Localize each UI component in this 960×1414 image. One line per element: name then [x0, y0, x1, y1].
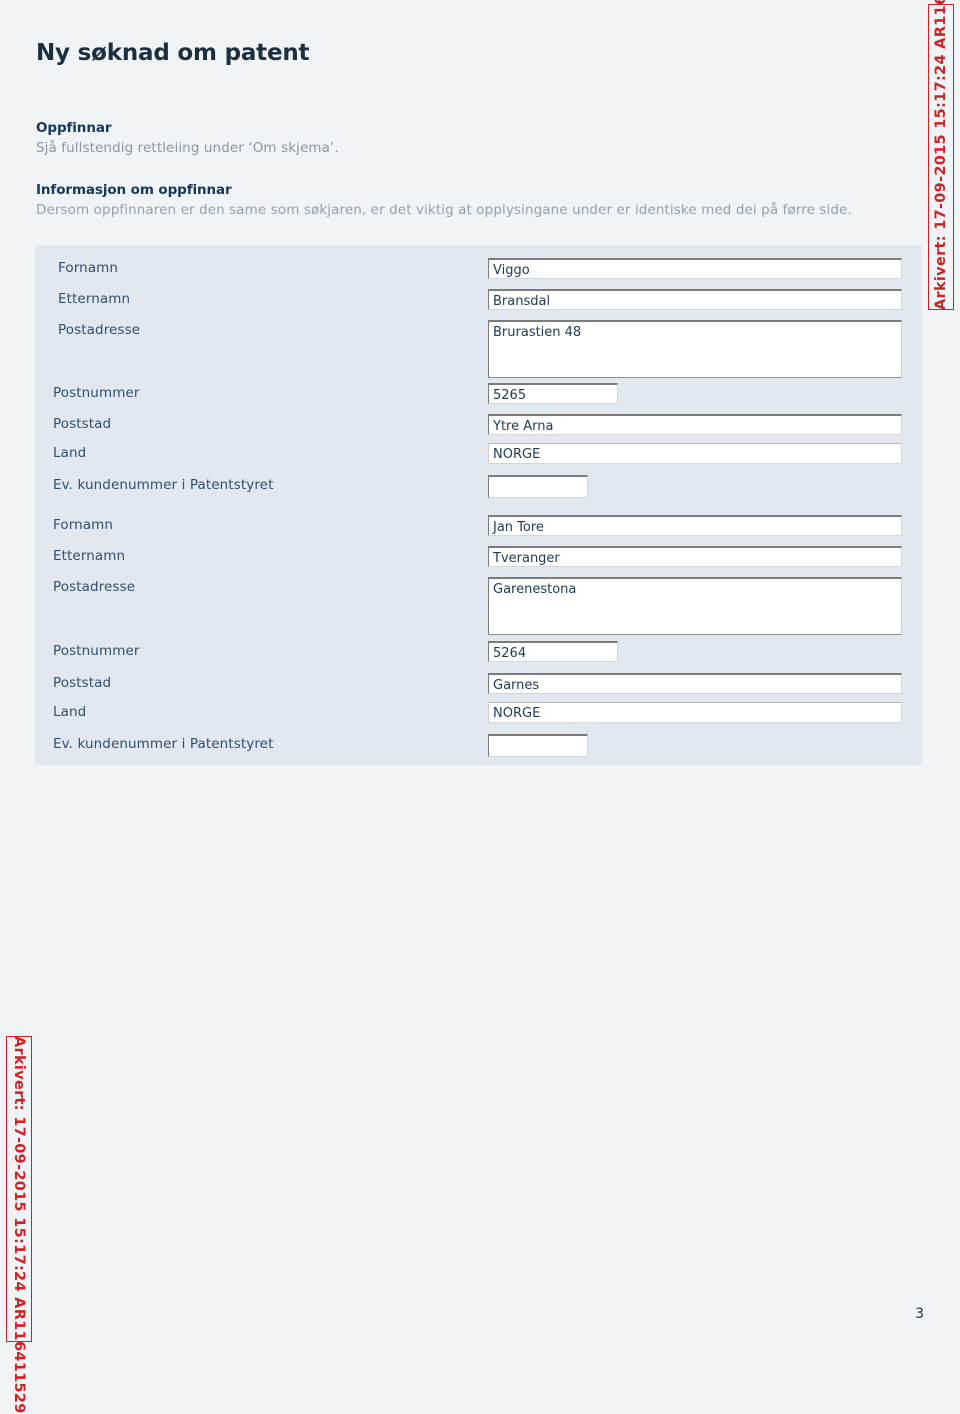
intro-body-text: Dersom oppfinnaren er den same som søkja…	[36, 202, 852, 218]
intro-section-oppfinnar: Oppfinnar Sjå fullstendig rettleiing und…	[36, 120, 896, 156]
document-page: Ny søknad om patent Oppfinnar Sjå fullst…	[0, 0, 960, 1414]
input-poststad-1[interactable]: Ytre Arna	[488, 414, 902, 435]
field-row-postnummer-1: Postnummer 5265	[35, 383, 922, 411]
label-postnummer: Postnummer	[53, 643, 140, 659]
label-postnummer: Postnummer	[53, 385, 140, 401]
label-land: Land	[53, 704, 87, 720]
field-row-land-2: Land NORGE	[35, 702, 922, 730]
label-kundenummer: Ev. kundenummer i Patentstyret	[53, 477, 274, 493]
input-etternamn-2[interactable]: Tveranger	[488, 546, 902, 567]
field-row-postadresse-2: Postadresse Garenestona	[35, 577, 922, 637]
label-poststad: Poststad	[53, 675, 112, 691]
field-row-kundenummer-2: Ev. kundenummer i Patentstyret	[35, 734, 922, 762]
archive-stamp-text: Arkivert: 17-09-2015 15:17:24 AR11641152…	[933, 0, 949, 310]
archive-stamp-top-right: Arkivert: 17-09-2015 15:17:24 AR11641152…	[928, 0, 954, 310]
label-fornamn: Fornamn	[53, 517, 114, 533]
input-postadresse-2[interactable]: Garenestona	[488, 577, 902, 635]
intro-body-text: Sjå fullstendig rettleiing under ‘Om skj…	[36, 140, 339, 156]
field-row-land-1: Land NORGE	[35, 443, 922, 471]
field-row-fornamn-2: Fornamn Jan Tore	[35, 515, 922, 543]
intro-section-informasjon: Informasjon om oppfinnar Dersom oppfinna…	[36, 182, 896, 218]
input-postadresse-1[interactable]: Brurastien 48	[488, 320, 902, 378]
intro-heading: Informasjon om oppfinnar	[36, 182, 232, 198]
input-postnummer-2[interactable]: 5264	[488, 641, 618, 662]
label-postadresse: Postadresse	[58, 322, 141, 338]
input-kundenummer-2[interactable]	[488, 734, 588, 757]
label-fornamn: Fornamn	[58, 260, 119, 276]
archive-stamp-bottom-left: Arkivert: 17-09-2015 15:17:24 AR11641152…	[6, 1036, 32, 1414]
label-land: Land	[53, 445, 87, 461]
field-row-etternamn-1: Etternamn Bransdal	[35, 289, 922, 317]
field-row-postadresse-1: Postadresse Brurastien 48	[35, 320, 922, 380]
input-postnummer-1[interactable]: 5265	[488, 383, 618, 404]
input-land-2[interactable]: NORGE	[488, 702, 902, 723]
label-postadresse: Postadresse	[53, 579, 136, 595]
intro-heading: Oppfinnar	[36, 120, 112, 136]
label-etternamn: Etternamn	[58, 291, 131, 307]
field-row-poststad-1: Poststad Ytre Arna	[35, 414, 922, 442]
field-row-etternamn-2: Etternamn Tveranger	[35, 546, 922, 574]
label-kundenummer: Ev. kundenummer i Patentstyret	[53, 736, 274, 752]
input-land-1[interactable]: NORGE	[488, 443, 902, 464]
input-kundenummer-1[interactable]	[488, 475, 588, 498]
inventor-form-panel: Fornamn Viggo Etternamn Bransdal Postadr…	[35, 245, 922, 765]
input-poststad-2[interactable]: Garnes	[488, 673, 902, 694]
field-row-fornamn-1: Fornamn Viggo	[35, 258, 922, 286]
archive-stamp-text: Arkivert: 17-09-2015 15:17:24 AR11641152…	[11, 1036, 27, 1414]
page-number: 3	[915, 1306, 924, 1322]
label-poststad: Poststad	[53, 416, 112, 432]
field-row-kundenummer-1: Ev. kundenummer i Patentstyret	[35, 475, 922, 503]
field-row-postnummer-2: Postnummer 5264	[35, 641, 922, 669]
field-row-poststad-2: Poststad Garnes	[35, 673, 922, 701]
page-title: Ny søknad om patent	[36, 40, 310, 66]
input-fornamn-1[interactable]: Viggo	[488, 258, 902, 279]
input-etternamn-1[interactable]: Bransdal	[488, 289, 902, 310]
input-fornamn-2[interactable]: Jan Tore	[488, 515, 902, 536]
label-etternamn: Etternamn	[53, 548, 126, 564]
